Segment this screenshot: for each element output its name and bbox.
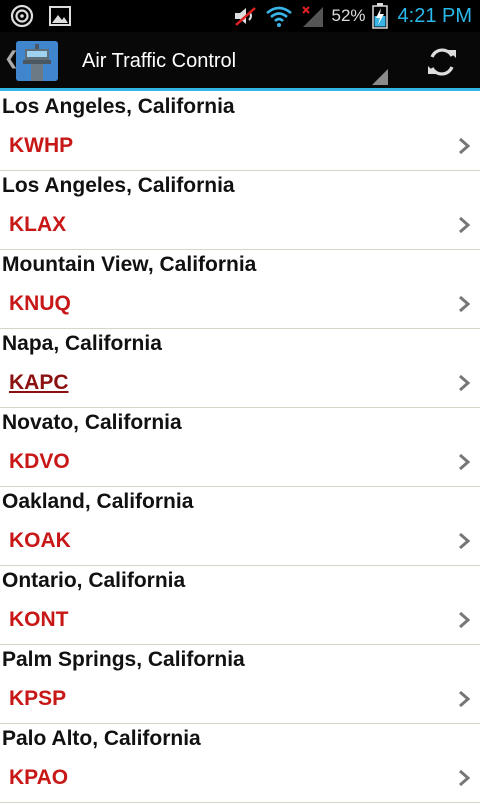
list-item[interactable]: Novato, California KDVO	[0, 408, 480, 487]
hotspot-icon	[10, 4, 34, 28]
list-item[interactable]: Ontario, California KONT	[0, 566, 480, 645]
chevron-right-icon	[459, 611, 470, 629]
action-bar-accent-line	[0, 88, 480, 91]
list-item[interactable]: Los Angeles, California KLAX	[0, 171, 480, 250]
airport-code-link[interactable]: KOAK	[9, 529, 71, 553]
chevron-right-icon	[459, 690, 470, 708]
airport-code-link[interactable]: KLAX	[9, 213, 66, 237]
wifi-icon	[266, 6, 293, 27]
chevron-right-icon	[459, 769, 470, 787]
page-title: Air Traffic Control	[82, 50, 237, 72]
battery-charging-icon	[371, 3, 388, 29]
mute-icon	[235, 7, 257, 26]
status-bar: 52% 4:21 PM	[0, 0, 480, 32]
list-item[interactable]: Mountain View, California KNUQ	[0, 250, 480, 329]
city-label: Mountain View, California	[2, 253, 257, 276]
city-label: Los Angeles, California	[2, 174, 235, 197]
city-label: Napa, California	[2, 332, 162, 355]
airport-code-link[interactable]: KAPC	[9, 371, 69, 395]
refresh-icon[interactable]	[424, 44, 460, 80]
list-item[interactable]: Palm Springs, California KPSP	[0, 645, 480, 724]
city-label: Ontario, California	[2, 569, 186, 592]
chevron-right-icon	[459, 295, 470, 313]
list-item[interactable]: Oakland, California KOAK	[0, 487, 480, 566]
action-bar: ❮ Air Traffic Control	[0, 32, 480, 88]
city-label: Palm Springs, California	[2, 648, 245, 671]
airport-code-link[interactable]: KPAO	[9, 766, 68, 790]
airport-code-link[interactable]: KPSP	[9, 687, 66, 711]
airport-code-link[interactable]: KNUQ	[9, 292, 71, 316]
list-item[interactable]: Palo Alto, California KPAO	[0, 724, 480, 803]
chevron-right-icon	[459, 374, 470, 392]
city-label: Los Angeles, California	[2, 95, 235, 118]
chevron-right-icon	[459, 216, 470, 234]
chevron-right-icon	[459, 453, 470, 471]
chevron-right-icon	[459, 137, 470, 155]
city-label: Oakland, California	[2, 490, 194, 513]
battery-percent: 52%	[331, 6, 366, 25]
list-item[interactable]: Los Angeles, California KWHP	[0, 92, 480, 171]
control-tower-icon[interactable]	[16, 41, 58, 81]
clock: 4:21 PM	[397, 4, 472, 27]
city-label: Palo Alto, California	[2, 727, 201, 750]
chevron-right-icon	[459, 532, 470, 550]
airport-list: Los Angeles, California KWHP Los Angeles…	[0, 92, 480, 803]
airport-code-link[interactable]: KWHP	[9, 134, 73, 158]
list-item[interactable]: Napa, California KAPC	[0, 329, 480, 408]
city-label: Novato, California	[2, 411, 182, 434]
airport-code-link[interactable]: KONT	[9, 608, 69, 632]
dropdown-indicator-icon[interactable]	[372, 69, 388, 85]
image-icon	[49, 6, 71, 26]
signal-icon	[302, 6, 324, 27]
airport-code-link[interactable]: KDVO	[9, 450, 70, 474]
